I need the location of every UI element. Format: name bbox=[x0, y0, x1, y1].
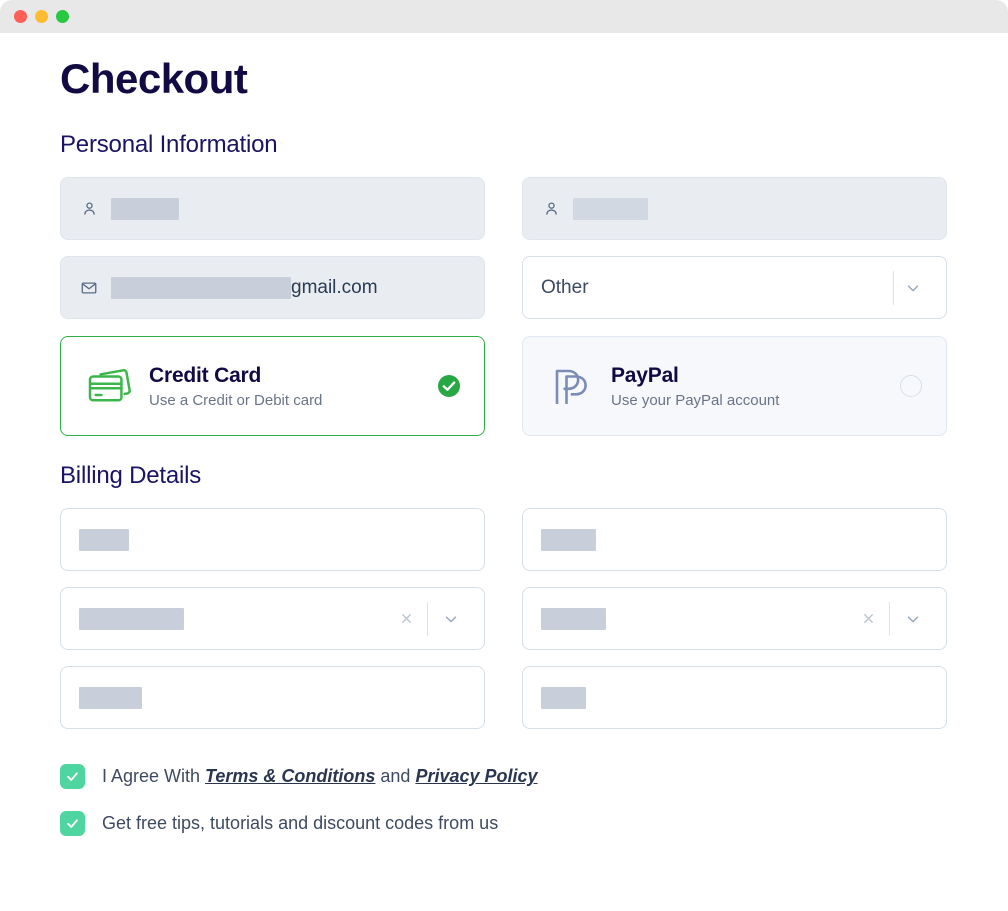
payment-option-credit-card[interactable]: Credit Card Use a Credit or Debit card bbox=[60, 336, 485, 436]
chevron-down-icon[interactable] bbox=[898, 610, 928, 628]
billing-field-4[interactable] bbox=[522, 587, 947, 650]
window-titlebar bbox=[0, 0, 1008, 33]
radio-empty-icon[interactable] bbox=[896, 375, 926, 397]
billing-field-3-redacted-value bbox=[79, 608, 184, 630]
terms-checkbox[interactable] bbox=[60, 764, 85, 789]
check-circle-icon bbox=[434, 374, 464, 398]
billing-field-6-redacted-value bbox=[541, 687, 586, 709]
mail-icon bbox=[79, 278, 99, 298]
checkout-page: Checkout Personal Information bbox=[0, 55, 1008, 836]
first-name-redacted-value bbox=[111, 198, 179, 220]
window-minimize-button[interactable] bbox=[35, 10, 48, 23]
email-value-line: gmail.com bbox=[111, 277, 378, 299]
paypal-subtitle: Use your PayPal account bbox=[611, 392, 896, 409]
select-divider bbox=[889, 602, 890, 636]
close-icon[interactable] bbox=[393, 611, 419, 626]
billing-field-2-redacted-value bbox=[541, 529, 596, 551]
billing-field-5-redacted-value bbox=[79, 687, 142, 709]
billing-field-6[interactable] bbox=[522, 666, 947, 729]
person-icon bbox=[79, 199, 99, 219]
terms-agreement-row: I Agree With Terms & Conditions and Priv… bbox=[60, 764, 948, 789]
last-name-redacted-value bbox=[573, 198, 648, 220]
billing-field-1-redacted-value bbox=[79, 529, 129, 551]
payment-option-paypal[interactable]: PayPal Use your PayPal account bbox=[522, 336, 947, 436]
newsletter-label: Get free tips, tutorials and discount co… bbox=[102, 813, 498, 834]
select-divider bbox=[893, 271, 894, 305]
select-divider bbox=[427, 602, 428, 636]
personal-information-grid: gmail.com Other bbox=[60, 177, 948, 319]
billing-details-heading: Billing Details bbox=[60, 462, 948, 490]
billing-field-2[interactable] bbox=[522, 508, 947, 571]
newsletter-agreement-row: Get free tips, tutorials and discount co… bbox=[60, 811, 948, 836]
paypal-title: PayPal bbox=[611, 364, 679, 387]
personal-information-heading: Personal Information bbox=[60, 131, 948, 159]
billing-field-4-redacted-value bbox=[541, 608, 606, 630]
billing-field-3[interactable] bbox=[60, 587, 485, 650]
credit-card-icon bbox=[81, 366, 139, 406]
credit-card-title: Credit Card bbox=[149, 364, 261, 387]
close-icon[interactable] bbox=[855, 611, 881, 626]
terms-label: I Agree With Terms & Conditions and Priv… bbox=[102, 766, 538, 787]
terms-middle: and bbox=[375, 766, 415, 786]
email-domain: gmail.com bbox=[291, 277, 378, 299]
country-select[interactable]: Other bbox=[522, 256, 947, 319]
terms-prefix: I Agree With bbox=[102, 766, 205, 786]
last-name-field[interactable] bbox=[522, 177, 947, 240]
agreements-section: I Agree With Terms & Conditions and Priv… bbox=[60, 764, 948, 836]
window-maximize-button[interactable] bbox=[56, 10, 69, 23]
billing-details-grid bbox=[60, 508, 948, 729]
paypal-text: PayPal Use your PayPal account bbox=[611, 363, 896, 409]
chevron-down-icon[interactable] bbox=[436, 610, 466, 628]
paypal-icon bbox=[543, 363, 601, 409]
credit-card-text: Credit Card Use a Credit or Debit card bbox=[149, 363, 434, 409]
page-title: Checkout bbox=[60, 55, 948, 103]
newsletter-checkbox[interactable] bbox=[60, 811, 85, 836]
privacy-policy-link[interactable]: Privacy Policy bbox=[415, 766, 537, 786]
first-name-field[interactable] bbox=[60, 177, 485, 240]
billing-field-5[interactable] bbox=[60, 666, 485, 729]
payment-method-group: Credit Card Use a Credit or Debit card bbox=[60, 336, 948, 436]
person-icon bbox=[541, 199, 561, 219]
chevron-down-icon[interactable] bbox=[898, 279, 928, 297]
billing-field-1[interactable] bbox=[60, 508, 485, 571]
email-redacted-local-part bbox=[111, 277, 291, 299]
app-window: Checkout Personal Information bbox=[0, 0, 1008, 911]
window-close-button[interactable] bbox=[14, 10, 27, 23]
country-select-value: Other bbox=[541, 277, 893, 299]
credit-card-subtitle: Use a Credit or Debit card bbox=[149, 392, 434, 409]
email-field[interactable]: gmail.com bbox=[60, 256, 485, 319]
terms-conditions-link[interactable]: Terms & Conditions bbox=[205, 766, 375, 786]
